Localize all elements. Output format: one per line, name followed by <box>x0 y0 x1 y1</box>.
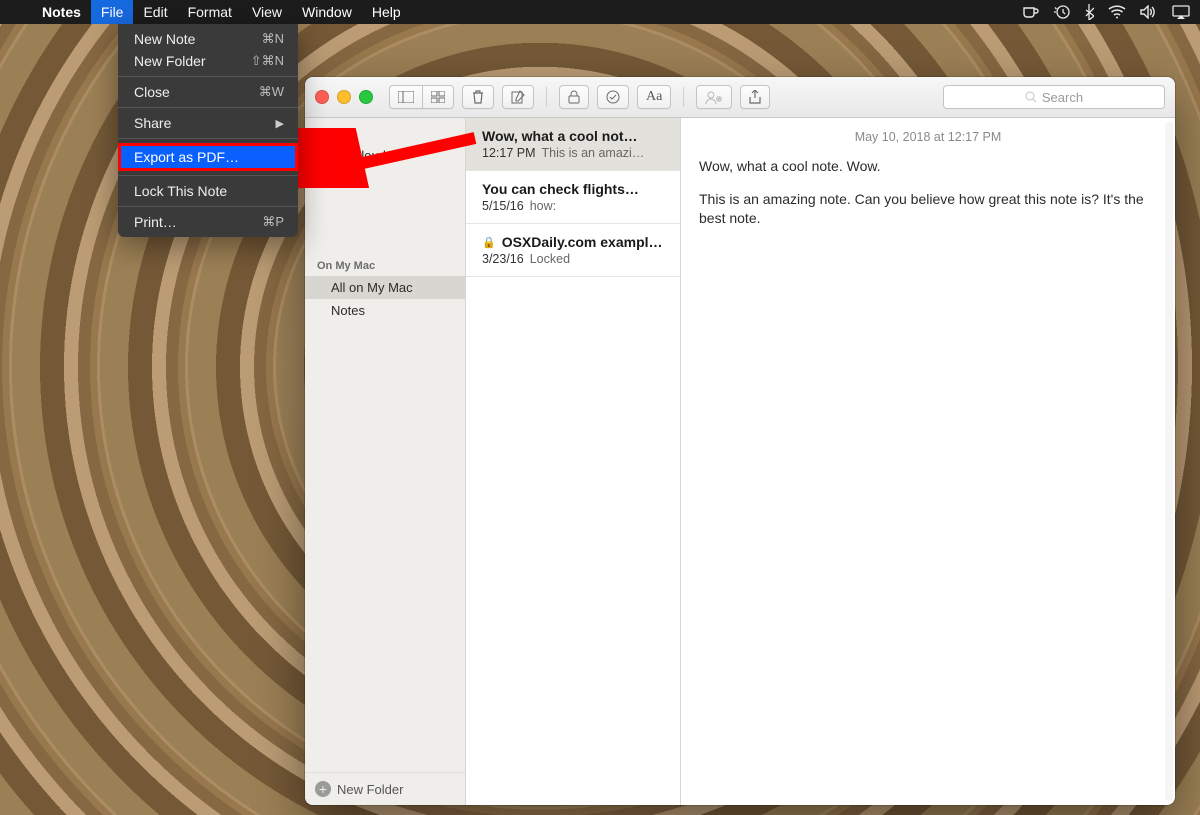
submenu-arrow-icon: ▶ <box>276 117 284 130</box>
note-date: 5/15/16 <box>482 199 524 213</box>
note-title: Wow, what a cool not… <box>482 128 666 144</box>
toolbar-separator <box>546 87 547 107</box>
note-preview: Locked <box>530 252 570 266</box>
menu-file[interactable]: File <box>91 0 134 24</box>
format-button[interactable]: Aa <box>637 85 671 109</box>
sidebar-folder-notes-icloud[interactable]: es <box>305 167 465 190</box>
search-field[interactable]: Search <box>943 85 1165 109</box>
menu-new-folder[interactable]: New Folder ⇧⌘N <box>118 50 298 72</box>
plus-icon: + <box>315 781 331 797</box>
bluetooth-icon[interactable] <box>1084 4 1094 20</box>
menu-format[interactable]: Format <box>178 0 242 24</box>
apple-menu[interactable] <box>0 0 32 24</box>
note-title: OSXDaily.com exampl… <box>502 234 663 250</box>
toolbar: Aa Search <box>305 77 1175 118</box>
sidebar: iCloud All iCloud es On My Mac All on My… <box>305 118 466 805</box>
new-note-button[interactable] <box>502 85 534 109</box>
sidebar-section-icloud: iCloud <box>305 118 465 144</box>
notes-window: Aa Search iCloud All iCloud es On My Mac… <box>305 77 1175 805</box>
file-menu-dropdown: New Note ⌘N New Folder ⇧⌘N Close ⌘W Shar… <box>118 24 298 237</box>
menu-shortcut: ⌘W <box>259 84 284 100</box>
menu-bar: Notes File Edit Format View Window Help <box>0 0 1200 24</box>
sidebar-folder-all-icloud[interactable]: All iCloud <box>305 144 465 167</box>
delete-button[interactable] <box>462 85 494 109</box>
editor-scrollbar[interactable] <box>1165 122 1173 801</box>
menu-item-label: Print… <box>134 214 177 230</box>
note-preview: how: <box>530 199 556 213</box>
menu-separator <box>118 107 298 108</box>
app-name[interactable]: Notes <box>32 0 91 24</box>
window-controls <box>315 90 373 104</box>
notes-list: Wow, what a cool not… 12:17 PM This is a… <box>466 118 681 805</box>
menu-separator <box>118 206 298 207</box>
sidebar-folder-notes-onmymac[interactable]: Notes <box>305 299 465 322</box>
note-list-item[interactable]: You can check flights… 5/15/16 how: <box>466 171 680 224</box>
menu-shortcut: ⇧⌘N <box>251 53 284 69</box>
close-window-button[interactable] <box>315 90 329 104</box>
menu-item-label: Share <box>134 115 171 131</box>
menu-shortcut: ⌘N <box>262 31 284 47</box>
search-icon <box>1025 91 1037 103</box>
coffee-icon[interactable] <box>1022 5 1040 19</box>
menu-lock-note[interactable]: Lock This Note <box>118 180 298 202</box>
menu-item-label: Export as PDF… <box>134 149 239 165</box>
list-view-button[interactable] <box>389 85 422 109</box>
menu-separator <box>118 76 298 77</box>
note-preview: This is an amazi… <box>542 146 645 160</box>
note-date: 3/23/16 <box>482 252 524 266</box>
toolbar-separator <box>683 87 684 107</box>
wifi-icon[interactable] <box>1108 5 1126 19</box>
zoom-window-button[interactable] <box>359 90 373 104</box>
add-people-button[interactable] <box>696 85 732 109</box>
menu-print[interactable]: Print… ⌘P <box>118 211 298 233</box>
note-editor[interactable]: May 10, 2018 at 12:17 PM Wow, what a coo… <box>681 118 1175 805</box>
share-button[interactable] <box>740 85 770 109</box>
new-folder-button[interactable]: + New Folder <box>305 772 465 805</box>
menu-close[interactable]: Close ⌘W <box>118 81 298 103</box>
menu-edit[interactable]: Edit <box>133 0 177 24</box>
menu-share[interactable]: Share ▶ <box>118 112 298 134</box>
menu-item-label: Close <box>134 84 170 100</box>
note-list-item[interactable]: Wow, what a cool not… 12:17 PM This is a… <box>466 118 680 171</box>
lock-icon: 🔒 <box>482 236 496 249</box>
search-placeholder: Search <box>1042 90 1083 105</box>
menu-item-label: New Folder <box>134 53 206 69</box>
sidebar-folder-all-onmymac[interactable]: All on My Mac <box>305 276 465 299</box>
checklist-button[interactable] <box>597 85 629 109</box>
airplay-icon[interactable] <box>1172 5 1190 19</box>
volume-icon[interactable] <box>1140 5 1158 19</box>
menu-item-label: New Note <box>134 31 195 47</box>
sidebar-section-onmymac: On My Mac <box>305 250 465 276</box>
grid-view-button[interactable] <box>422 85 454 109</box>
menu-item-label: Lock This Note <box>134 183 227 199</box>
lock-button[interactable] <box>559 85 589 109</box>
note-list-item[interactable]: 🔒 OSXDaily.com exampl… 3/23/16 Locked <box>466 224 680 277</box>
menu-help[interactable]: Help <box>362 0 411 24</box>
menu-new-note[interactable]: New Note ⌘N <box>118 28 298 50</box>
note-date: 12:17 PM <box>482 146 536 160</box>
note-title: You can check flights… <box>482 181 666 197</box>
view-mode-group <box>389 85 454 109</box>
timemachine-icon[interactable] <box>1054 4 1070 20</box>
menu-shortcut: ⌘P <box>262 214 284 230</box>
note-timestamp: May 10, 2018 at 12:17 PM <box>699 128 1157 158</box>
menu-view[interactable]: View <box>242 0 292 24</box>
note-heading: Wow, what a cool note. Wow. <box>699 158 1157 174</box>
note-body: This is an amazing note. Can you believe… <box>699 190 1157 228</box>
minimize-window-button[interactable] <box>337 90 351 104</box>
menu-separator <box>118 138 298 139</box>
menu-window[interactable]: Window <box>292 0 362 24</box>
menu-separator <box>118 175 298 176</box>
new-folder-label: New Folder <box>337 782 403 797</box>
menu-export-pdf[interactable]: Export as PDF… <box>118 143 298 171</box>
